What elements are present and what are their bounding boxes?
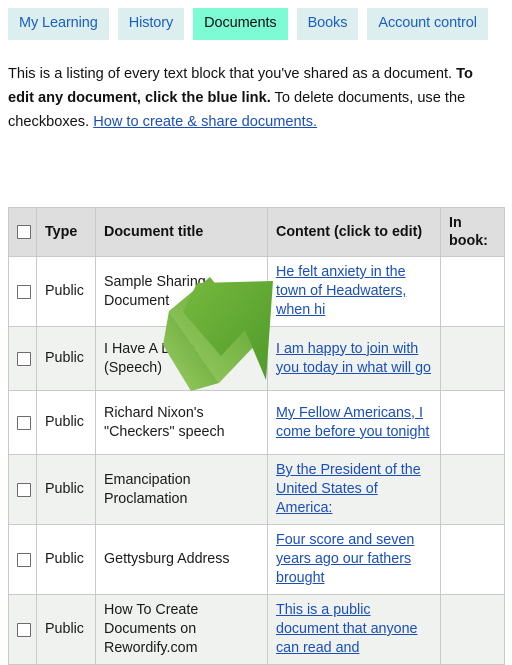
row-select-cell <box>8 454 37 525</box>
row-content-cell: Four score and seven years ago our fathe… <box>267 524 441 595</box>
row-in-book <box>440 454 505 525</box>
row-content-cell: My Fellow Americans, I come before you t… <box>267 390 441 455</box>
header-document-title: Document title <box>95 207 268 257</box>
row-select-cell <box>8 524 37 595</box>
row-content-link[interactable]: I am happy to join with you today in wha… <box>276 341 431 376</box>
how-to-create-share-documents-link[interactable]: How to create & share documents. <box>93 114 317 130</box>
tab-documents[interactable]: Documents <box>193 8 288 40</box>
row-content-cell: By the President of the United States of… <box>267 454 441 525</box>
header-select-all <box>8 207 37 257</box>
row-type: Public <box>36 454 96 525</box>
table-row: Public Gettysburg Address Four score and… <box>8 524 505 595</box>
header-content: Content (click to edit) <box>267 207 441 257</box>
row-in-book <box>440 256 505 327</box>
row-document-title: Emancipation Proclamation <box>95 454 268 525</box>
row-type: Public <box>36 256 96 327</box>
table-row: Public Richard Nixon's "Checkers" speech… <box>8 390 505 455</box>
row-type: Public <box>36 390 96 455</box>
row-in-book <box>440 594 505 665</box>
row-checkbox[interactable] <box>16 351 31 366</box>
select-all-checkbox[interactable] <box>16 225 31 239</box>
row-in-book <box>440 390 505 455</box>
row-content-cell: This is a public document that anyone ca… <box>267 594 441 665</box>
documents-table-container: Type Document title Content (click to ed… <box>8 207 505 665</box>
main-tab-bar: My Learning History Documents Books Acco… <box>0 0 512 44</box>
row-type: Public <box>36 594 96 665</box>
row-document-title: I Have A Dream (Speech) <box>95 326 268 391</box>
row-checkbox[interactable] <box>16 552 31 567</box>
header-type: Type <box>36 207 96 257</box>
row-select-cell <box>8 256 37 327</box>
row-content-link[interactable]: He felt anxiety in the town of Headwater… <box>276 264 406 318</box>
row-in-book <box>440 524 505 595</box>
row-document-title: How To Create Documents on Rewordify.com <box>95 594 268 665</box>
row-content-link[interactable]: My Fellow Americans, I come before you t… <box>276 405 429 440</box>
table-row: Public How To Create Documents on Reword… <box>8 594 505 665</box>
row-checkbox[interactable] <box>16 415 31 430</box>
table-row: Public I Have A Dream (Speech) I am happ… <box>8 326 505 391</box>
row-content-link[interactable]: By the President of the United States of… <box>276 462 421 516</box>
row-checkbox[interactable] <box>16 622 31 637</box>
row-checkbox[interactable] <box>16 482 31 497</box>
row-content-link[interactable]: This is a public document that anyone ca… <box>276 602 417 656</box>
documents-table: Type Document title Content (click to ed… <box>8 207 505 665</box>
table-header-row: Type Document title Content (click to ed… <box>8 207 505 257</box>
row-document-title: Richard Nixon's "Checkers" speech <box>95 390 268 455</box>
row-type: Public <box>36 524 96 595</box>
tab-books[interactable]: Books <box>296 8 359 40</box>
table-row: Public Sample Sharing Document He felt a… <box>8 256 505 327</box>
row-select-cell <box>8 390 37 455</box>
table-body: Public Sample Sharing Document He felt a… <box>8 256 505 665</box>
tab-my-learning[interactable]: My Learning <box>8 8 109 40</box>
tab-account-control[interactable]: Account control <box>367 8 488 40</box>
row-select-cell <box>8 326 37 391</box>
row-content-cell: He felt anxiety in the town of Headwater… <box>267 256 441 327</box>
row-document-title: Sample Sharing Document <box>95 256 268 327</box>
row-content-cell: I am happy to join with you today in wha… <box>267 326 441 391</box>
table-row: Public Emancipation Proclamation By the … <box>8 454 505 525</box>
tab-history[interactable]: History <box>117 8 185 40</box>
row-document-title: Gettysburg Address <box>95 524 268 595</box>
row-content-link[interactable]: Four score and seven years ago our fathe… <box>276 532 414 586</box>
row-checkbox[interactable] <box>16 284 31 299</box>
row-type: Public <box>36 326 96 391</box>
row-in-book <box>440 326 505 391</box>
header-in-book: In book: <box>440 207 505 257</box>
page-description: This is a listing of every text block th… <box>8 62 486 134</box>
row-select-cell <box>8 594 37 665</box>
intro-text-part1: This is a listing of every text block th… <box>8 66 457 82</box>
table-head: Type Document title Content (click to ed… <box>8 207 505 257</box>
